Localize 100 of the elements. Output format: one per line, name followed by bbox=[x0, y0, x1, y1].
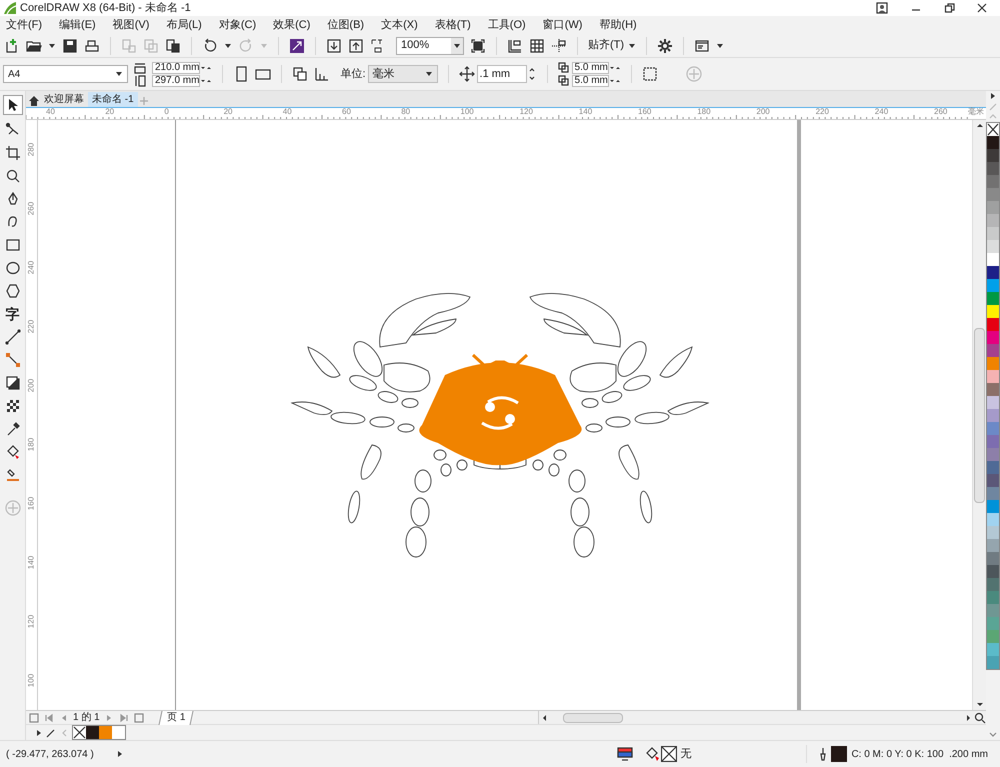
guidelines-icon[interactable] bbox=[551, 38, 567, 54]
caret-icon[interactable] bbox=[115, 70, 123, 78]
transparency-tool-icon[interactable] bbox=[4, 398, 20, 414]
menu-item[interactable]: 位图(B) bbox=[327, 16, 364, 34]
height-field[interactable]: 297.0 mm bbox=[152, 74, 200, 86]
color-swatch[interactable] bbox=[987, 383, 999, 396]
color-swatch[interactable] bbox=[112, 726, 125, 739]
color-swatch[interactable] bbox=[987, 409, 999, 422]
color-swatch[interactable] bbox=[987, 214, 999, 227]
paste-icon[interactable] bbox=[165, 38, 181, 54]
menu-item[interactable]: 文件(F) bbox=[6, 16, 42, 34]
color-swatch[interactable] bbox=[987, 253, 999, 266]
color-swatch[interactable] bbox=[987, 201, 999, 214]
color-swatch[interactable] bbox=[987, 643, 999, 656]
add-page-icon[interactable] bbox=[28, 712, 40, 724]
unit-combo[interactable]: 毫米 bbox=[368, 65, 438, 83]
color-swatch[interactable] bbox=[987, 370, 999, 383]
caret-icon[interactable] bbox=[716, 42, 724, 50]
save-icon[interactable] bbox=[62, 38, 78, 54]
duplicate-y-icon[interactable] bbox=[558, 74, 570, 86]
connector-tool-icon[interactable] bbox=[4, 352, 20, 368]
color-swatch[interactable] bbox=[987, 591, 999, 604]
page-height-icon[interactable] bbox=[134, 74, 146, 86]
menu-item[interactable]: 帮助(H) bbox=[599, 16, 637, 34]
color-swatch[interactable] bbox=[987, 357, 999, 370]
color-swatch[interactable] bbox=[987, 617, 999, 630]
rulers-icon[interactable] bbox=[507, 38, 523, 54]
settings-icon[interactable] bbox=[657, 38, 674, 54]
color-swatch[interactable] bbox=[99, 726, 112, 739]
color-swatch[interactable] bbox=[987, 513, 999, 526]
color-swatch[interactable] bbox=[987, 539, 999, 552]
add-page-icon[interactable] bbox=[132, 712, 145, 724]
color-swatch[interactable] bbox=[987, 292, 999, 305]
menu-item[interactable]: 视图(V) bbox=[112, 16, 150, 34]
color-swatch[interactable] bbox=[987, 305, 999, 318]
menu-item[interactable]: 文本(X) bbox=[381, 16, 418, 34]
color-swatch[interactable] bbox=[987, 422, 999, 435]
menu-item[interactable]: 效果(C) bbox=[273, 16, 310, 34]
crop-tool-icon[interactable] bbox=[4, 145, 20, 161]
caret-icon[interactable] bbox=[628, 42, 636, 50]
document-tab[interactable]: 未命名 -1 bbox=[88, 92, 138, 107]
grid-icon[interactable] bbox=[529, 38, 545, 54]
caret-icon[interactable] bbox=[453, 42, 461, 50]
color-swatch[interactable] bbox=[987, 656, 999, 669]
color-swatch[interactable] bbox=[987, 136, 999, 149]
user-icon[interactable] bbox=[876, 2, 888, 14]
full-screen-icon[interactable] bbox=[470, 38, 486, 54]
bar-icon[interactable] bbox=[314, 66, 330, 82]
color-swatch[interactable] bbox=[987, 578, 999, 591]
expand-icon[interactable] bbox=[34, 728, 42, 738]
color-swatch[interactable] bbox=[987, 331, 999, 344]
scrollbar-thumb[interactable] bbox=[974, 328, 985, 502]
color-swatch[interactable] bbox=[987, 344, 999, 357]
color-swatch[interactable] bbox=[987, 448, 999, 461]
import-icon[interactable] bbox=[326, 38, 342, 54]
page-width-icon[interactable] bbox=[134, 62, 146, 74]
print-icon[interactable] bbox=[84, 38, 100, 54]
color-swatch[interactable] bbox=[86, 726, 99, 739]
color-swatch[interactable] bbox=[987, 279, 999, 292]
color-swatch[interactable] bbox=[987, 565, 999, 578]
window-layout-icon[interactable] bbox=[694, 38, 710, 54]
color-swatch[interactable] bbox=[987, 500, 999, 513]
duplicate-x-field[interactable]: 5.0 mm bbox=[572, 62, 609, 74]
nudge-icon[interactable] bbox=[458, 66, 475, 82]
fill-tool-icon[interactable] bbox=[4, 444, 20, 460]
duplicate-y-field[interactable]: 5.0 mm bbox=[572, 74, 609, 86]
home-icon[interactable] bbox=[28, 95, 40, 107]
color-swatch[interactable] bbox=[987, 526, 999, 539]
page-size-combo[interactable]: A4 bbox=[3, 65, 128, 83]
color-swatch[interactable] bbox=[987, 149, 999, 162]
width-field[interactable]: 210.0 mm bbox=[152, 62, 200, 74]
zoom-combo[interactable]: 100% bbox=[396, 36, 464, 54]
expand-icon[interactable] bbox=[116, 749, 124, 759]
first-page-icon[interactable] bbox=[43, 712, 55, 724]
menu-item[interactable]: 工具(O) bbox=[488, 16, 526, 34]
page-tab[interactable]: 页 1 bbox=[158, 710, 194, 724]
polygon-tool-icon[interactable] bbox=[4, 283, 20, 299]
restore-icon[interactable] bbox=[944, 2, 956, 14]
no-fill-icon[interactable] bbox=[661, 746, 678, 762]
color-swatch[interactable] bbox=[987, 240, 999, 253]
color-swatch[interactable] bbox=[987, 461, 999, 474]
close-icon[interactable] bbox=[976, 2, 988, 14]
snap-button[interactable]: 贴齐(T) bbox=[588, 37, 636, 54]
color-swatch[interactable] bbox=[987, 396, 999, 409]
fill-icon[interactable] bbox=[645, 746, 662, 762]
color-swatch[interactable] bbox=[987, 227, 999, 240]
color-swatch[interactable] bbox=[987, 630, 999, 643]
color-swatch[interactable] bbox=[987, 175, 999, 188]
no-color-swatch[interactable] bbox=[987, 123, 999, 136]
color-swatch[interactable] bbox=[987, 266, 999, 279]
nudge-field[interactable]: .1 mm bbox=[476, 65, 527, 83]
caret-icon[interactable] bbox=[48, 42, 56, 50]
text-tool[interactable]: 字 bbox=[6, 306, 20, 322]
color-swatch[interactable] bbox=[987, 318, 999, 331]
color-swatch[interactable] bbox=[987, 487, 999, 500]
menu-item[interactable]: 编辑(E) bbox=[59, 16, 96, 34]
rectangle-tool-icon[interactable] bbox=[4, 237, 20, 253]
zoom-tool-icon[interactable] bbox=[4, 168, 20, 184]
color-swatch[interactable] bbox=[987, 188, 999, 201]
menu-item[interactable]: 对象(C) bbox=[218, 16, 256, 34]
